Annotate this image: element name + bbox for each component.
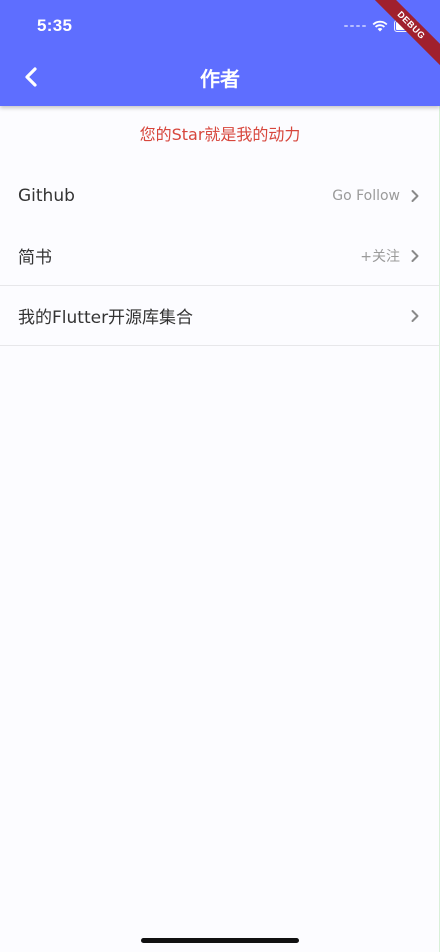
- chevron-right-icon: [408, 249, 422, 263]
- author-link-list: Github Go Follow 简书 +关注 我的Flutter开源库集合: [0, 166, 440, 346]
- list-item-value: Go Follow: [332, 188, 400, 204]
- status-time: 5:35: [37, 16, 73, 35]
- list-item-github[interactable]: Github Go Follow: [0, 166, 440, 226]
- list-item-jianshu[interactable]: 简书 +关注: [0, 226, 440, 286]
- list-item-label: Github: [18, 186, 75, 206]
- list-item-label: 我的Flutter开源库集合: [18, 308, 194, 328]
- debug-banner: DEBUG: [360, 0, 440, 80]
- slogan-text: 您的Star就是我的动力: [139, 125, 301, 144]
- home-indicator: [141, 938, 299, 943]
- list-item-value: +关注: [360, 248, 400, 265]
- list-item-flutter-repos[interactable]: 我的Flutter开源库集合: [0, 286, 440, 346]
- chevron-right-icon: [408, 189, 422, 203]
- chevron-right-icon: [408, 309, 422, 323]
- list-item-label: 简书: [18, 248, 52, 268]
